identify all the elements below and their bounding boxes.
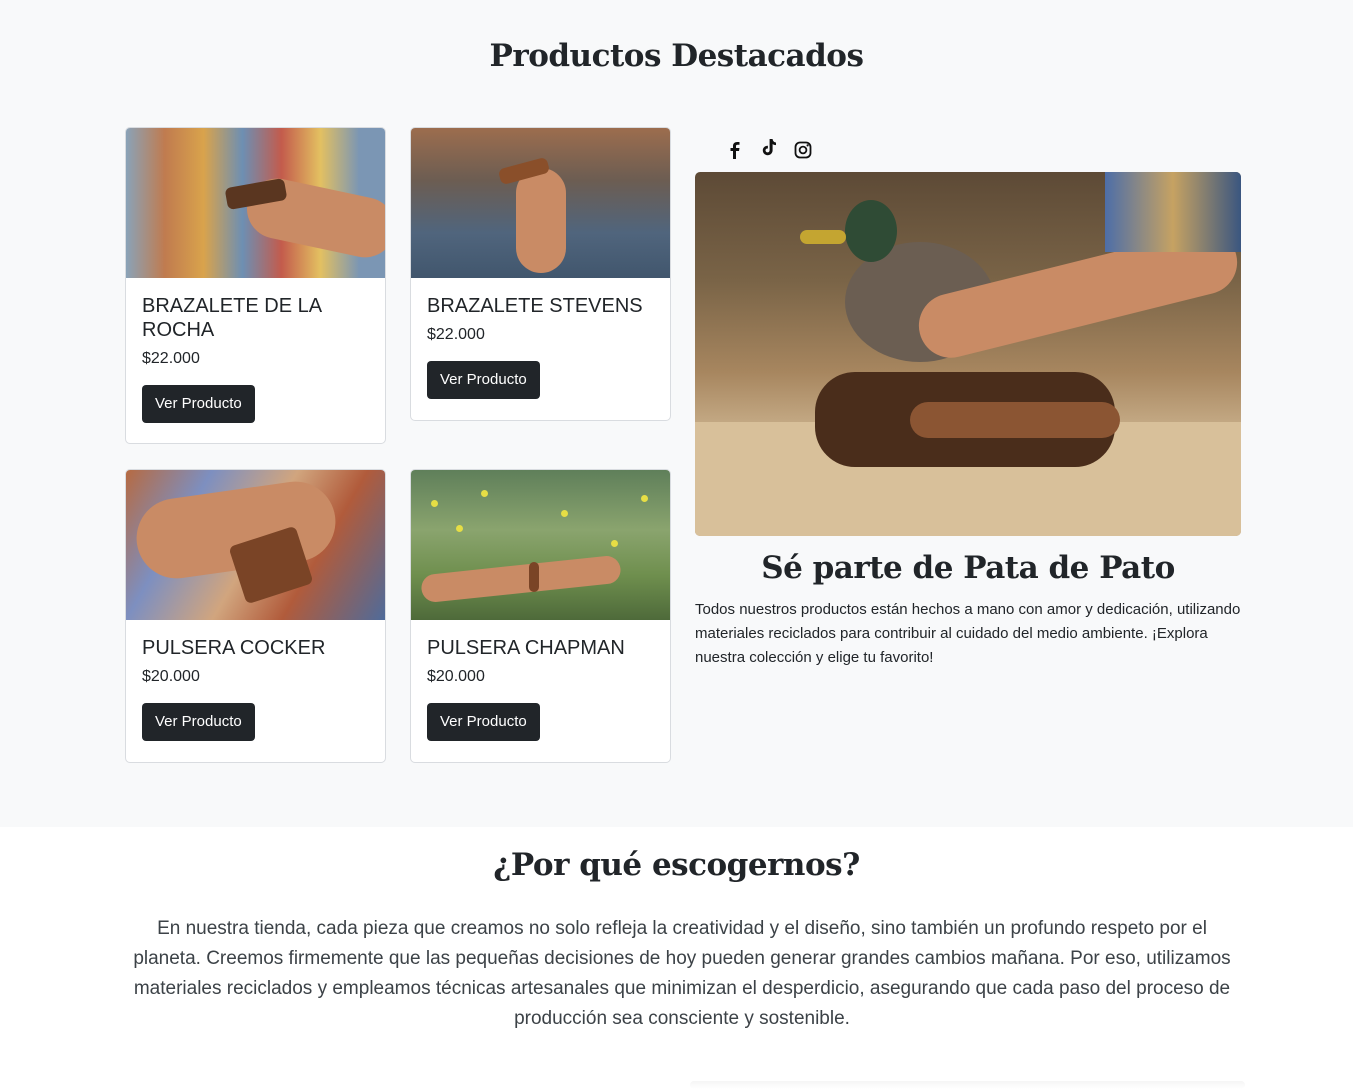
product-card[interactable]: PULSERA CHAPMAN $20.000 Ver Producto <box>410 469 671 763</box>
product-name: BRAZALETE STEVENS <box>427 295 643 317</box>
view-product-button[interactable]: Ver Producto <box>427 703 540 741</box>
product-name: PULSERA COCKER <box>142 637 326 659</box>
why-choose-us-section: ¿Por qué escogernos? En nuestra tienda, … <box>0 827 1353 1089</box>
tiktok-icon[interactable] <box>759 137 779 157</box>
product-price: $20.000 <box>142 668 200 685</box>
product-card[interactable]: PULSERA COCKER $20.000 Ver Producto <box>125 469 386 763</box>
product-price: $20.000 <box>427 668 485 685</box>
product-name: PULSERA CHAPMAN <box>427 637 625 659</box>
view-product-button[interactable]: Ver Producto <box>427 361 540 399</box>
product-price: $22.000 <box>142 350 200 367</box>
join-title: Sé parte de Pata de Pato <box>761 550 1175 586</box>
product-price: $22.000 <box>427 326 485 343</box>
hero-image <box>695 172 1241 536</box>
product-image[interactable] <box>411 470 670 620</box>
product-image[interactable] <box>126 470 385 620</box>
instagram-icon[interactable] <box>793 140 813 160</box>
featured-title: Productos Destacados <box>489 38 864 74</box>
view-product-button[interactable]: Ver Producto <box>142 385 255 423</box>
join-description: Todos nuestros productos están hechos a … <box>695 601 1241 666</box>
product-image[interactable] <box>126 128 385 278</box>
why-description: En nuestra tienda, cada pieza que creamo… <box>133 918 1231 1029</box>
social-links <box>725 137 813 163</box>
facebook-icon[interactable] <box>725 140 745 160</box>
featured-products-section: Productos Destacados BRAZALETE DE LA ROC… <box>0 0 1353 827</box>
view-product-button[interactable]: Ver Producto <box>142 703 255 741</box>
product-name: BRAZALETE DE LA ROCHA <box>142 295 321 341</box>
why-title: ¿Por qué escogernos? <box>493 847 860 883</box>
product-image[interactable] <box>411 128 670 278</box>
product-card[interactable]: BRAZALETE DE LA ROCHA $22.000 Ver Produc… <box>125 127 386 444</box>
product-card[interactable]: BRAZALETE STEVENS $22.000 Ver Producto <box>410 127 671 421</box>
